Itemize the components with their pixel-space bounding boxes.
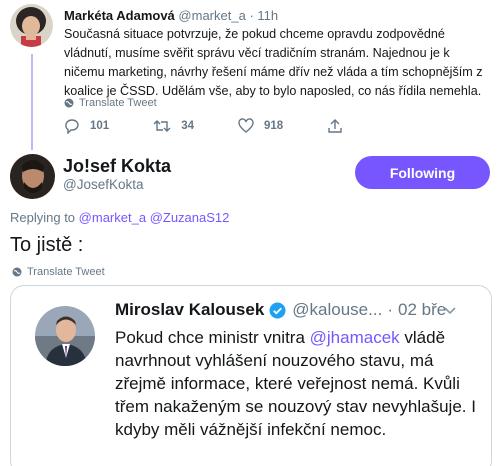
quoted-text-start: Pokud chce ministr vnitra (115, 328, 310, 347)
main-author-handle[interactable]: @JosefKokta (63, 177, 144, 192)
parent-translate-tweet[interactable]: Translate Tweet (64, 97, 157, 109)
parent-translate-label: Translate Tweet (79, 97, 157, 109)
main-author-avatar[interactable] (10, 154, 55, 199)
globe-icon (12, 267, 22, 277)
quoted-author-name[interactable]: Miroslav Kalousek (115, 300, 264, 320)
parent-author-name[interactable]: Markéta Adamová (64, 8, 175, 23)
parent-author-avatar[interactable] (10, 4, 53, 47)
main-tweet-text: To jistě : (10, 234, 84, 256)
share-icon (328, 119, 342, 133)
parent-tweet-actions: 101 34 918 (64, 118, 397, 134)
like-count: 918 (263, 120, 284, 132)
reply-icon (65, 119, 79, 134)
retweet-count: 34 (181, 120, 194, 132)
parent-author-handle[interactable]: @market_a (178, 8, 245, 23)
main-translate-tweet[interactable]: Translate Tweet (12, 266, 105, 278)
retweet-button[interactable]: 34 (153, 118, 194, 134)
reply-mention-link[interactable]: @market_a (79, 210, 146, 225)
reply-button[interactable]: 101 (64, 118, 109, 134)
quoted-author-avatar[interactable] (35, 306, 95, 366)
thread-connector-line (31, 54, 33, 150)
replying-to: Replying to @market_a @ZuzanaS12 (10, 210, 229, 225)
parent-separator: · (249, 8, 254, 23)
heart-icon (238, 118, 254, 133)
quoted-separator: · (387, 300, 393, 319)
parent-timestamp[interactable]: 11h (257, 8, 278, 23)
quoted-tweet-text: Pokud chce ministr vnitra @jhamacek vlád… (115, 326, 485, 441)
globe-icon (64, 98, 74, 108)
like-button[interactable]: 918 (238, 118, 283, 134)
parent-tweet-text: Současná situace potvrzuje, že pokud chc… (64, 27, 483, 98)
verified-badge-icon (269, 302, 286, 318)
main-translate-label: Translate Tweet (27, 266, 105, 278)
quoted-tweet-header: Miroslav Kalousek @kalouse... · 02 bře (115, 300, 446, 320)
quoted-timestamp[interactable]: 02 bře (398, 300, 446, 320)
share-button[interactable] (327, 118, 353, 134)
chevron-down-icon[interactable] (443, 306, 457, 316)
parent-tweet-header: Markéta Adamová @market_a · 11h (64, 8, 278, 23)
quoted-mention-link[interactable]: @jhamacek (310, 328, 400, 347)
quoted-author-handle[interactable]: @kalouse... (292, 300, 382, 320)
reply-count: 101 (90, 120, 110, 132)
following-button[interactable]: Following (355, 156, 490, 189)
main-author-name[interactable]: Jo!sef Kokta (63, 156, 171, 177)
parent-tweet[interactable]: Markéta Adamová @market_a · 11h Současná… (0, 0, 500, 150)
reply-mention-link[interactable]: @ZuzanaS12 (150, 210, 230, 225)
quoted-tweet[interactable]: Miroslav Kalousek @kalouse... · 02 bře P… (10, 285, 492, 466)
replying-prefix: Replying to (10, 210, 76, 225)
retweet-icon (153, 120, 171, 132)
